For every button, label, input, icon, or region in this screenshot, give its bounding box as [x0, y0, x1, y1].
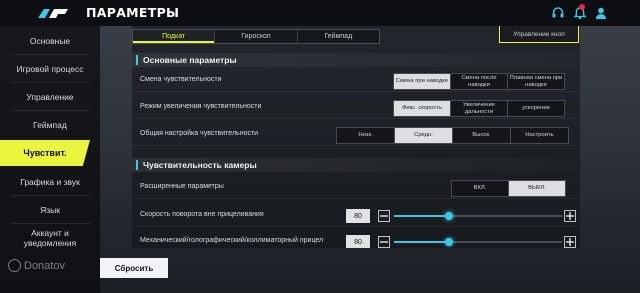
settings-sidebar: Основные Игровой процесс Управление Гейм…	[0, 26, 100, 293]
slider-thumb[interactable]	[445, 212, 454, 220]
option-increase-range[interactable]: Увеличение дальности	[450, 100, 508, 117]
setting-row-scope-sensitivity: Механический/голографический/коллиматорн…	[132, 231, 578, 248]
sidebar-item-gameplay[interactable]: Игровой процесс	[0, 57, 100, 81]
notification-badge	[579, 4, 585, 10]
option-on[interactable]: ВКЛ.	[451, 180, 509, 197]
option-group: Смена при наводке Смена после наводки Пл…	[393, 73, 565, 90]
setting-label: Расширенные параметры	[140, 183, 224, 190]
slider-value-field[interactable]: 80	[346, 209, 370, 223]
watermark-text: Donatov	[24, 259, 65, 272]
slider-fill	[394, 241, 450, 243]
setting-label: Скорость поворота вне прицеливания	[140, 211, 264, 218]
tab-slide[interactable]: Подкат	[133, 30, 216, 43]
sidebar-item-label: Аккаунт и уведомления	[23, 228, 77, 248]
section-accent	[136, 160, 138, 170]
decrease-button[interactable]	[378, 236, 390, 248]
setting-row-sensitivity-switch: Смена чувствительности Смена при наводке…	[132, 70, 578, 92]
slider-track[interactable]	[394, 238, 562, 246]
plus-icon	[566, 212, 574, 220]
headset-icon[interactable]	[551, 6, 565, 20]
minus-icon	[380, 241, 388, 243]
section-title: Основные параметры	[143, 55, 237, 65]
game-logo-icon	[38, 9, 68, 18]
sidebar-divider	[10, 110, 90, 111]
section-accent	[136, 55, 138, 65]
sidebar-item-label: Управление	[26, 92, 74, 102]
option-off[interactable]: ВЫКЛ.	[508, 180, 566, 197]
sidebar-item-general[interactable]: Основные	[0, 29, 100, 53]
plus-icon	[566, 238, 574, 246]
increase-button[interactable]	[564, 210, 576, 222]
sidebar-divider	[10, 223, 90, 224]
sidebar-item-controls[interactable]: Управление	[0, 85, 100, 109]
control-layout-button[interactable]: Управление кноп	[499, 26, 579, 43]
page-title: ПАРАМЕТРЫ	[86, 5, 180, 20]
user-icon[interactable]	[594, 6, 608, 20]
sidebar-item-label: Графика и звук	[20, 177, 80, 187]
sidebar-item-label: Язык	[40, 205, 60, 215]
sidebar-divider	[10, 195, 90, 196]
decrease-button[interactable]	[378, 210, 390, 222]
section-header-basic: Основные параметры	[132, 53, 578, 67]
minus-icon	[380, 215, 388, 217]
option-group: Фикс. скорость Увеличение дальности уско…	[393, 100, 565, 117]
slider-track[interactable]	[394, 212, 562, 220]
setting-label: Общая настройка чувствительности	[140, 130, 259, 137]
tab-gyroscope[interactable]: Гироскоп	[215, 30, 298, 43]
sidebar-divider	[10, 54, 90, 55]
setting-row-advanced: Расширенные параметры ВКЛ. ВЫКЛ.	[132, 177, 578, 199]
option-medium[interactable]: Средн.	[394, 127, 453, 144]
sidebar-item-label: Основные	[29, 36, 71, 46]
setting-row-overall-sensitivity: Общая настройка чувствительности Низк. С…	[132, 124, 578, 146]
reset-button[interactable]: Сбросить	[100, 258, 168, 278]
slider-thumb[interactable]	[445, 238, 454, 246]
option-group: ВКЛ. ВЫКЛ.	[451, 180, 566, 197]
option-low[interactable]: Низк.	[336, 127, 395, 144]
sidebar-divider	[10, 82, 90, 83]
slider-fill	[394, 215, 450, 217]
sidebar-item-gamepad[interactable]: Геймпад	[0, 113, 100, 137]
sub-tabs: Подкат Гироскоп Геймпад	[132, 29, 380, 44]
sidebar-item-language[interactable]: Язык	[0, 198, 100, 222]
watermark: Donatov	[8, 259, 65, 272]
section-header-camera: Чувствительность камеры	[132, 158, 578, 172]
option-custom[interactable]: Настроить	[510, 127, 569, 144]
sidebar-item-account[interactable]: Аккаунт и уведомления	[0, 225, 100, 251]
setting-label: Смена чувствительности	[140, 76, 222, 83]
slider-value-field[interactable]: 80	[346, 235, 370, 248]
increase-button[interactable]	[564, 236, 576, 248]
sidebar-item-label: Чувствит.	[23, 148, 67, 158]
tab-gamepad[interactable]: Геймпад	[298, 30, 379, 43]
sidebar-item-sensitivity[interactable]: Чувствит.	[0, 140, 90, 166]
sidebar-item-label: Геймпад	[33, 120, 67, 130]
option-smooth-switch[interactable]: Плавная смена при наводке	[507, 73, 565, 90]
top-bar: ПАРАМЕТРЫ	[0, 0, 640, 26]
section-title: Чувствительность камеры	[143, 160, 257, 170]
sidebar-item-label: Игровой процесс	[16, 64, 84, 74]
option-switch-on-aim[interactable]: Смена при наводке	[393, 73, 451, 90]
sidebar-item-graphics-audio[interactable]: Графика и звук	[0, 170, 100, 194]
setting-row-boost-mode: Режим увеличения чувствительности Фикс. …	[132, 97, 578, 119]
option-switch-after-aim[interactable]: Смена после наводки	[450, 73, 508, 90]
setting-label: Механический/голографический/коллиматорн…	[140, 237, 324, 244]
watermark-logo-icon	[8, 259, 21, 272]
option-fixed-speed[interactable]: Фикс. скорость	[393, 100, 451, 117]
option-group: Низк. Средн. Высок. Настроить	[336, 127, 569, 144]
setting-label: Режим увеличения чувствительности	[140, 103, 262, 110]
setting-row-rotation-speed: Скорость поворота вне прицеливания 80	[132, 205, 578, 227]
option-acceleration[interactable]: ускорение	[507, 100, 565, 117]
option-high[interactable]: Высок.	[452, 127, 511, 144]
